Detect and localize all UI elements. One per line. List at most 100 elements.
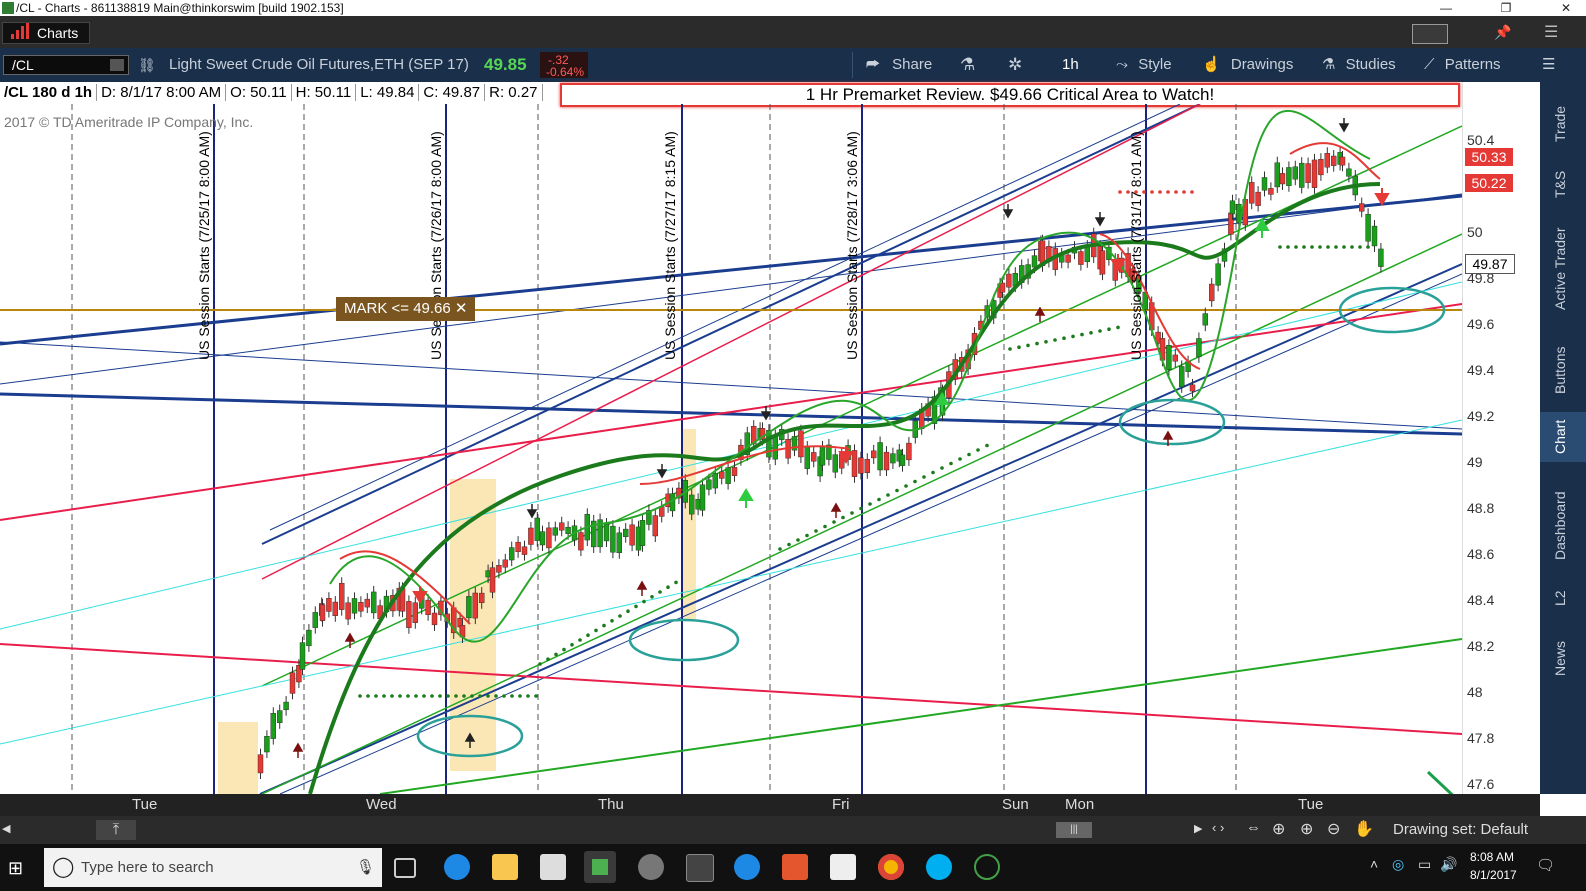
app-circle-icon[interactable]	[974, 854, 1000, 880]
skype-icon[interactable]	[926, 854, 952, 880]
tab-trade[interactable]: Trade	[1540, 96, 1586, 156]
drawings-button[interactable]: ☝ Drawings	[1202, 55, 1293, 75]
clock-date[interactable]: 8/1/2017	[1470, 868, 1517, 882]
mail-icon[interactable]	[830, 854, 856, 880]
expand-icon[interactable]: ⇔	[1246, 819, 1261, 836]
psar-dot	[1107, 327, 1111, 331]
tab-level2[interactable]: L2	[1540, 576, 1586, 616]
timeframe-button[interactable]: 1h	[1062, 55, 1079, 75]
time-label: Tue	[132, 796, 158, 813]
psar-dot	[1062, 336, 1066, 340]
session-label-2: US Session Starts (7/26/17 8:00 AM)	[428, 131, 444, 360]
psar-dot	[1089, 331, 1093, 335]
chevron-down-icon[interactable]	[110, 59, 124, 71]
psar-dot	[913, 479, 917, 484]
hand-icon[interactable]: ✋	[1354, 819, 1374, 839]
task-view-icon[interactable]	[394, 858, 416, 878]
flask-studies-icon: ⚗	[1322, 56, 1336, 73]
restore-button[interactable]: ❐	[1486, 0, 1526, 16]
psar-dot	[931, 470, 935, 475]
crosshair-icon[interactable]: ⊕	[1272, 819, 1285, 839]
notifications-icon[interactable]: 🗨	[1536, 856, 1555, 874]
trend-line	[379, 638, 1463, 795]
candle-body	[1255, 191, 1261, 206]
collapse-button[interactable]: ⤒	[96, 820, 136, 840]
price-chart	[0, 45, 1464, 806]
chrome-icon[interactable]	[878, 854, 904, 880]
psar-dot	[904, 484, 908, 488]
network-icon[interactable]: ▭	[1418, 856, 1431, 873]
scroll-right-arrow-icon[interactable]: ▶	[1194, 822, 1202, 835]
microphone-icon[interactable]: 🎙	[356, 848, 375, 887]
browser-refresh-icon[interactable]	[734, 854, 760, 880]
search-placeholder: Type here to search	[81, 859, 214, 876]
windows-start-icon[interactable]: ⊞	[8, 858, 23, 879]
trend-line	[0, 392, 1463, 436]
tab-news[interactable]: News	[1540, 626, 1586, 686]
gear-icon[interactable]: ✲	[1008, 55, 1022, 75]
chart-area[interactable]: 2017 © TD Ameritrade IP Company, Inc. US…	[0, 45, 1464, 806]
candle-body	[1274, 162, 1281, 188]
share-button[interactable]: ⮫ Share	[866, 55, 932, 75]
tab-time-and-sales[interactable]: T&S	[1540, 162, 1586, 212]
clock-app-icon[interactable]	[638, 854, 664, 880]
charts-tab-button[interactable]: Charts	[2, 22, 90, 44]
candle-body	[864, 459, 870, 473]
scroll-left-arrow-icon[interactable]: ◀	[2, 822, 10, 835]
window-color-box[interactable]	[1412, 24, 1448, 44]
toolbar-menu-icon[interactable]: ☰	[1542, 55, 1555, 75]
drawing-set-label[interactable]: Drawing set: Default	[1393, 821, 1528, 838]
clock-time[interactable]: 8:08 AM	[1470, 850, 1514, 864]
trend-line	[0, 281, 1463, 630]
psar-dot	[538, 662, 542, 666]
link-icon[interactable]: ⛓	[138, 55, 156, 75]
store-icon[interactable]	[540, 854, 566, 880]
close-button[interactable]: ✕	[1546, 0, 1586, 16]
price-label: 50	[1467, 224, 1483, 240]
patterns-button[interactable]: ⟋ Patterns	[1424, 55, 1501, 75]
volume-icon[interactable]: 🔊	[1440, 856, 1457, 873]
pan-arrows-icon[interactable]: ‹ ›	[1212, 820, 1224, 835]
psar-dot	[618, 614, 622, 618]
snagit-icon[interactable]	[782, 854, 808, 880]
file-explorer-icon[interactable]	[492, 854, 518, 880]
style-button[interactable]: ⤳ Style	[1116, 55, 1172, 75]
studies-button[interactable]: ⚗ Studies	[1322, 55, 1396, 75]
thinkorswim-taskbar-icon[interactable]	[584, 851, 616, 883]
symbol-selector[interactable]: /CL	[3, 55, 129, 75]
price-alert-mark[interactable]: MARK <= 49.66 ✕	[336, 297, 476, 321]
psar-dot	[422, 694, 426, 698]
psar-dot	[1053, 338, 1057, 342]
sell-arrow-icon	[656, 464, 668, 479]
tab-buttons[interactable]: Buttons	[1540, 332, 1586, 402]
psar-dot	[895, 488, 899, 493]
psar-dot	[438, 694, 442, 698]
style-icon: ⤳	[1116, 56, 1129, 73]
candle-body	[1279, 173, 1286, 185]
candle-body	[1358, 203, 1365, 212]
candle-body	[364, 598, 370, 608]
candle-body	[358, 602, 364, 612]
price-label: 47.8	[1467, 730, 1495, 746]
minimize-button[interactable]: —	[1426, 0, 1466, 16]
zoom-out-icon[interactable]: ⊖	[1327, 819, 1340, 839]
tray-app-icon[interactable]: ◎	[1392, 856, 1404, 873]
candle-body	[277, 710, 283, 724]
psar-dot	[805, 533, 809, 538]
flask-icon[interactable]: ⚗	[960, 55, 975, 75]
pin-icon[interactable]: 📌	[1494, 24, 1511, 41]
tab-dashboard[interactable]: Dashboard	[1540, 476, 1586, 566]
menu-icon[interactable]: ☰	[1544, 22, 1558, 42]
calculator-icon[interactable]	[686, 854, 714, 882]
candle-body	[1339, 156, 1346, 166]
tab-active-trader[interactable]: Active Trader	[1540, 218, 1586, 318]
edge-icon[interactable]	[444, 854, 470, 880]
tab-chart[interactable]: Chart	[1540, 412, 1586, 462]
candle-body	[534, 517, 540, 541]
taskbar-search[interactable]: ◯ Type here to search 🎙	[44, 848, 382, 887]
horizontal-scrollbar[interactable]: |||	[1056, 822, 1092, 838]
tray-chevron-up-icon[interactable]: ˄	[1370, 856, 1378, 872]
candle-body	[652, 515, 658, 537]
zoom-in-icon[interactable]: ⊕	[1300, 819, 1313, 839]
windows-taskbar: ⊞ ◯ Type here to search 🎙 ˄ ◎ ▭ 🔊 8:08 A…	[0, 844, 1586, 891]
